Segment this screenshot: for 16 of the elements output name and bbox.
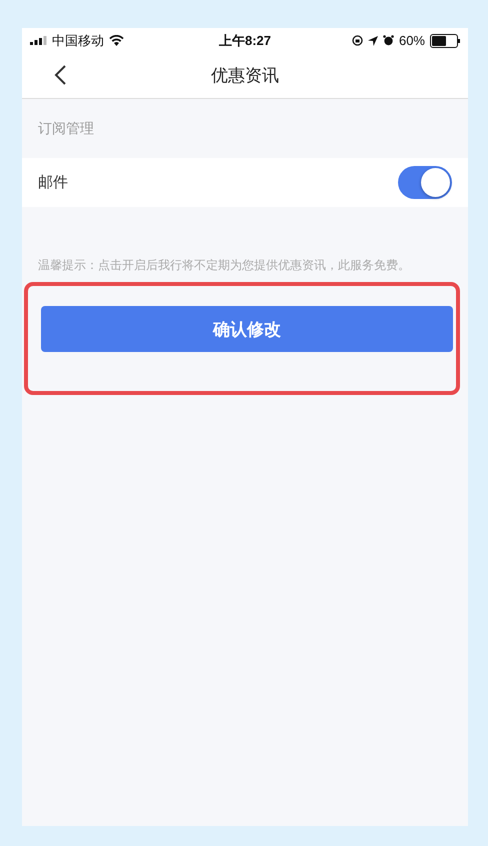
toggle-switch[interactable] (398, 166, 452, 199)
confirm-button[interactable]: 确认修改 (41, 306, 453, 352)
battery-icon (430, 34, 460, 48)
location-icon (368, 36, 378, 46)
carrier-name: 中国移动 (52, 32, 104, 50)
tip-text: 温馨提示：点击开启后我行将不定期为您提供优惠资讯，此服务免费。 (38, 257, 411, 274)
status-time: 上午8:27 (218, 32, 272, 50)
battery-percent: 60% (398, 33, 425, 48)
back-icon[interactable] (54, 65, 66, 85)
alarm-icon (382, 35, 394, 46)
rotation-lock-icon (352, 35, 363, 46)
setting-label: 邮件 (38, 173, 68, 192)
page-title: 优惠资讯 (211, 65, 279, 87)
signal-icon (30, 36, 47, 45)
wifi-icon (109, 35, 124, 46)
section-title: 订阅管理 (38, 120, 94, 138)
